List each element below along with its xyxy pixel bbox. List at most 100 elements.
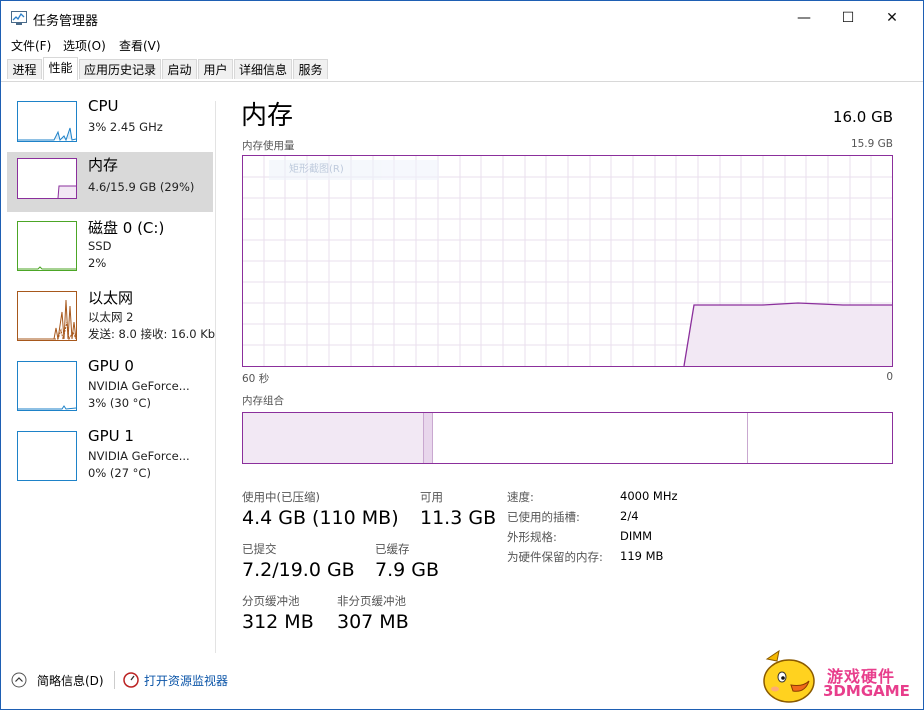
task-manager-app-icon [11,11,27,25]
minimize-button[interactable]: — [781,1,827,35]
sidebar-item-label: 内存 [88,156,119,174]
tab-services[interactable]: 服务 [293,59,328,79]
nonpaged-pool-value: 307 MB [337,611,409,633]
cached-value: 7.9 GB [375,559,440,581]
paged-pool-label: 分页缓冲池 [242,594,300,608]
sidebar-item-memory[interactable]: 内存 4.6/15.9 GB (29%) [7,152,213,212]
speed-value: 4000 MHz [620,489,678,503]
memory-thumbnail-line [57,185,76,198]
gpu0-thumbnail-line [18,405,76,410]
graph-time-left: 60 秒 [242,373,270,385]
usage-graph-max: 15.9 GB [850,138,893,150]
slots-value: 2/4 [620,509,639,523]
sidebar-item-detail: 3% 2.45 GHz [88,120,163,134]
speed-label: 速度: [507,490,534,504]
close-button[interactable]: ✕ [869,1,915,35]
window-title: 任务管理器 [33,14,99,29]
tab-processes[interactable]: 进程 [7,59,42,79]
sidebar-item-label: GPU 0 [88,357,134,375]
maximize-button[interactable]: ☐ [825,1,871,35]
sidebar-item-gpu0[interactable]: GPU 0 NVIDIA GeForce... 3% (30 °C) [7,355,213,415]
in-use-label: 使用中(已压缩) [242,490,320,504]
cpu-thumbnail-graph [17,101,77,142]
usage-graph-label: 内存使用量 [242,140,295,152]
committed-label: 已提交 [242,542,277,556]
resource-monitor-icon [123,672,139,688]
ethernet-thumbnail-line [18,299,76,340]
tab-startup[interactable]: 启动 [162,59,197,79]
sidebar-item-label: GPU 1 [88,427,134,445]
composition-standby [433,413,748,463]
tab-performance[interactable]: 性能 [43,57,78,80]
screenshot-tooltip: 矩形截图(R) [269,160,439,180]
sidebar-item-throughput: 发送: 8.0 接收: 16.0 Kb [88,327,216,341]
footer-divider [114,671,115,689]
chevron-up-icon [11,672,27,688]
sidebar-item-ethernet[interactable]: 以太网 以太网 2 发送: 8.0 接收: 16.0 Kb [7,285,216,345]
sidebar-item-cpu[interactable]: CPU 3% 2.45 GHz [7,95,213,155]
menu-bar: 文件(F) 选项(O) 查看(V) [1,35,923,55]
sidebar-item-label: 以太网 [88,289,134,307]
disk-thumbnail-graph [17,221,77,271]
sidebar-item-detail: 4.6/15.9 GB (29%) [88,180,195,194]
fewer-details-label: 简略信息(D) [37,674,104,688]
hardware-reserved-label: 为硬件保留的内存: [507,550,603,564]
menu-view[interactable]: 查看(V) [119,37,161,54]
sidebar-item-gpu1[interactable]: GPU 1 NVIDIA GeForce... 0% (27 °C) [7,425,213,485]
gpu1-thumbnail-graph [17,431,77,481]
memory-thumbnail-graph [17,158,77,199]
ethernet-thumbnail-graph [17,291,77,341]
open-resource-monitor-link[interactable]: 打开资源监视器 [123,669,243,691]
paged-pool-value: 312 MB [242,611,314,633]
composition-free [748,413,892,463]
sidebar-item-disk[interactable]: 磁盘 0 (C:) SSD 2% [7,215,213,275]
cpu-thumbnail-line [18,127,76,141]
cached-label: 已缓存 [375,542,410,556]
sidebar-item-detail: SSD [88,239,112,253]
tab-details[interactable]: 详细信息 [234,59,292,79]
memory-composition-bar [242,412,893,464]
composition-label: 内存组合 [242,395,284,407]
sidebar-item-label: 磁盘 0 (C:) [88,219,165,237]
composition-in-use [243,413,424,463]
sidebar-item-detail: 以太网 2 [88,310,134,324]
sidebar-divider [215,101,216,653]
graph-time-right: 0 [886,371,893,383]
disk-thumbnail-line [18,266,76,270]
tooltip-text: 矩形截图(R) [289,164,344,175]
committed-value: 7.2/19.0 GB [242,559,355,581]
slots-label: 已使用的插槽: [507,510,580,524]
watermark-text-en: 3DMGAME [823,682,910,700]
menu-file[interactable]: 文件(F) [11,37,51,54]
task-manager-window: 任务管理器 — ☐ ✕ 文件(F) 选项(O) 查看(V) 进程 性能 应用历史… [0,0,924,710]
tab-users[interactable]: 用户 [198,59,233,79]
fewer-details-button[interactable]: 简略信息(D) [11,669,111,691]
form-factor-value: DIMM [620,529,653,543]
memory-usage-graph: 矩形截图(R) [242,155,893,367]
page-title: 内存 [241,101,294,131]
composition-modified [424,413,433,463]
title-bar: 任务管理器 — ☐ ✕ [1,1,923,35]
minimize-icon: — [797,10,811,26]
available-value: 11.3 GB [420,507,497,529]
sidebar-item-detail: NVIDIA GeForce... [88,449,190,463]
memory-usage-fill [684,303,892,366]
sidebar-item-usage: 0% (27 °C) [88,466,151,480]
sidebar-item-label: CPU [88,97,119,115]
open-resource-monitor-label: 打开资源监视器 [144,674,229,688]
tab-app-history[interactable]: 应用历史记录 [79,59,161,79]
sidebar-item-usage: 3% (30 °C) [88,396,151,410]
available-label: 可用 [420,490,443,504]
tab-bar: 进程 性能 应用历史记录 启动 用户 详细信息 服务 [1,57,923,82]
maximize-icon: ☐ [841,10,855,26]
total-memory: 16.0 GB [832,108,893,126]
hardware-reserved-value: 119 MB [620,549,664,563]
watermark-mascot-logo [763,649,815,703]
gpu0-thumbnail-graph [17,361,77,411]
menu-options[interactable]: 选项(O) [63,37,106,54]
3dmgame-watermark: 游戏硬件 3DMGAME [757,647,917,707]
sidebar-item-usage: 2% [88,256,107,270]
sidebar-item-detail: NVIDIA GeForce... [88,379,190,393]
in-use-value: 4.4 GB (110 MB) [242,507,399,529]
resource-sidebar: CPU 3% 2.45 GHz 内存 4.6/15.9 GB (29%) 磁盘 … [7,95,216,655]
